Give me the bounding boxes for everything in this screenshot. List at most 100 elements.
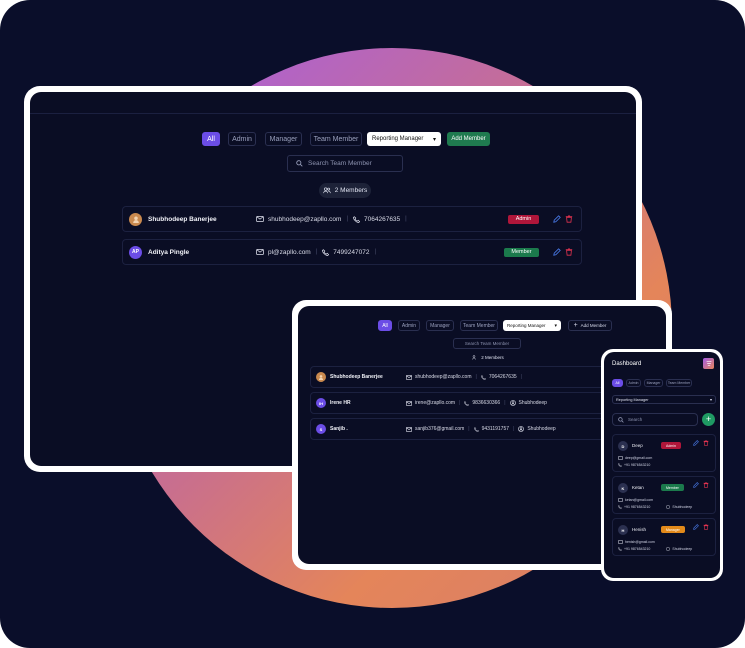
mail-icon xyxy=(256,216,264,222)
role-badge-admin: Admin xyxy=(661,442,681,449)
card-actions xyxy=(693,440,709,446)
avatar xyxy=(129,212,142,226)
member-name: Irene HR xyxy=(330,400,351,406)
card-actions xyxy=(693,482,709,488)
member-phone: 9431191757 xyxy=(481,426,510,432)
table-row[interactable]: Shubhodeep Banerjee shubhodeep@zapllo.co… xyxy=(122,206,582,232)
role-badge-manager: Manager xyxy=(661,526,685,533)
search-placeholder: Search Team Member xyxy=(308,160,372,167)
card-email: henish@gmail.com xyxy=(618,540,655,544)
edit-icon[interactable] xyxy=(693,524,699,530)
mail-icon xyxy=(618,540,623,544)
filter-team-member[interactable]: Team Member xyxy=(310,132,362,146)
reporting-manager-select[interactable]: Reporting Manager ▾ xyxy=(612,395,716,404)
member-count-badge: 2 Members xyxy=(468,352,508,363)
divider: | xyxy=(346,216,349,222)
page-title: Dashboard xyxy=(612,361,642,367)
member-phone: +91 9876543210 xyxy=(624,547,651,551)
phone-icon xyxy=(473,426,479,432)
edit-icon[interactable] xyxy=(553,248,561,256)
divider: | xyxy=(475,374,477,380)
list-item[interactable]: K Ketan Member ketan@gmail.com +91 98765… xyxy=(612,476,716,514)
card-email: deep@gmail.com xyxy=(618,456,652,460)
avatar: D xyxy=(618,441,628,451)
filter-admin[interactable]: Admin xyxy=(228,132,256,146)
desktop-topbar xyxy=(30,92,636,114)
delete-icon[interactable] xyxy=(703,440,709,446)
reporting-manager-select[interactable]: Reporting Manager ▾ xyxy=(367,132,441,146)
phone-icon xyxy=(322,248,330,256)
phone-icon xyxy=(464,400,470,406)
member-email: deep@gmail.com xyxy=(625,456,653,460)
filter-all[interactable]: All xyxy=(612,379,623,387)
table-row[interactable]: AP Aditya Pingle pl@zapllo.com | 7499247… xyxy=(122,239,582,265)
card-phone: +91 9876543210 xyxy=(618,463,650,467)
search-icon xyxy=(618,416,624,423)
member-email: sanjib376@gmail.com xyxy=(415,426,465,432)
filter-manager[interactable]: Manager xyxy=(265,132,302,146)
search-input[interactable]: Search xyxy=(612,413,698,426)
role-badge-member: Member xyxy=(504,247,539,257)
chevron-down-icon: ▾ xyxy=(709,397,712,402)
edit-icon[interactable] xyxy=(693,440,699,446)
phone-icon xyxy=(353,215,361,223)
avatar: AP xyxy=(129,245,142,259)
card-actions xyxy=(693,524,709,530)
chevron-down-icon: ▾ xyxy=(554,322,557,329)
avatar: K xyxy=(618,483,628,493)
mail-icon xyxy=(406,426,412,432)
search-icon xyxy=(296,160,303,167)
phone-icon xyxy=(618,463,622,467)
edit-icon[interactable] xyxy=(553,215,561,223)
avatar: S xyxy=(316,424,326,434)
member-email: ketan@gmail.com xyxy=(625,498,654,502)
member-name: Sanjib . xyxy=(330,426,348,432)
list-item[interactable]: H Henish Manager henish@gmail.com +91 98… xyxy=(612,518,716,556)
showcase-background: All Admin Manager Team Member Reporting … xyxy=(0,0,745,648)
member-name: Deep xyxy=(632,443,643,448)
member-phone: 7499247072 xyxy=(333,248,370,256)
user-circle-icon xyxy=(518,426,525,432)
edit-icon[interactable] xyxy=(693,482,699,488)
filter-all[interactable]: All xyxy=(202,132,220,146)
reporting-manager: Shubhodeep xyxy=(672,505,693,509)
phone-screen: Dashboard All Admin Manager Team Member … xyxy=(604,352,720,578)
card-phone: +91 9876543210 Shubhodeep xyxy=(618,547,692,551)
member-phone: +91 9876543210 xyxy=(624,463,651,467)
add-member-button[interactable]: Add Member xyxy=(447,132,490,146)
add-member-button[interactable]: + Add Member xyxy=(568,320,612,331)
mail-icon xyxy=(618,456,623,460)
card-phone: +91 9876543210 Shubhodeep xyxy=(618,505,692,509)
filter-team-member[interactable]: Team Member xyxy=(460,320,498,331)
select-value: Reporting Manager xyxy=(616,397,649,402)
menu-button[interactable] xyxy=(703,358,714,369)
divider: | xyxy=(315,249,318,255)
divider: | xyxy=(520,374,522,380)
reporting-manager-select[interactable]: Reporting Manager ▾ xyxy=(503,320,561,331)
phone-icon xyxy=(618,505,622,509)
delete-icon[interactable] xyxy=(703,482,709,488)
filter-admin[interactable]: Admin xyxy=(626,379,641,387)
card-email: ketan@gmail.com xyxy=(618,498,653,502)
search-input[interactable]: Search Team Member xyxy=(453,338,521,349)
filter-admin[interactable]: Admin xyxy=(398,320,420,331)
list-item[interactable]: D Deep Admin deep@gmail.com +91 98765432… xyxy=(612,434,716,472)
delete-icon[interactable] xyxy=(565,215,573,223)
delete-icon[interactable] xyxy=(565,248,573,256)
filter-all[interactable]: All xyxy=(378,320,392,331)
search-input[interactable]: Search Team Member xyxy=(287,155,403,172)
phone-device: Dashboard All Admin Manager Team Member … xyxy=(601,349,723,581)
member-name: Shubhodeep Banerjee xyxy=(148,215,217,223)
member-count: 2 Members xyxy=(334,187,368,194)
divider: | xyxy=(468,426,470,432)
filter-manager[interactable]: Manager xyxy=(426,320,454,331)
reporting-manager: Shubhodeep xyxy=(518,400,547,406)
reporting-manager: Shubhodeep xyxy=(527,426,556,432)
filter-manager[interactable]: Manager xyxy=(644,379,663,387)
member-name: Ketan xyxy=(632,485,644,490)
add-member-button[interactable]: + xyxy=(702,413,715,426)
divider: | xyxy=(374,249,377,255)
member-phone: 7064267635 xyxy=(488,374,517,380)
delete-icon[interactable] xyxy=(703,524,709,530)
filter-team-member[interactable]: Team Member xyxy=(666,379,692,387)
